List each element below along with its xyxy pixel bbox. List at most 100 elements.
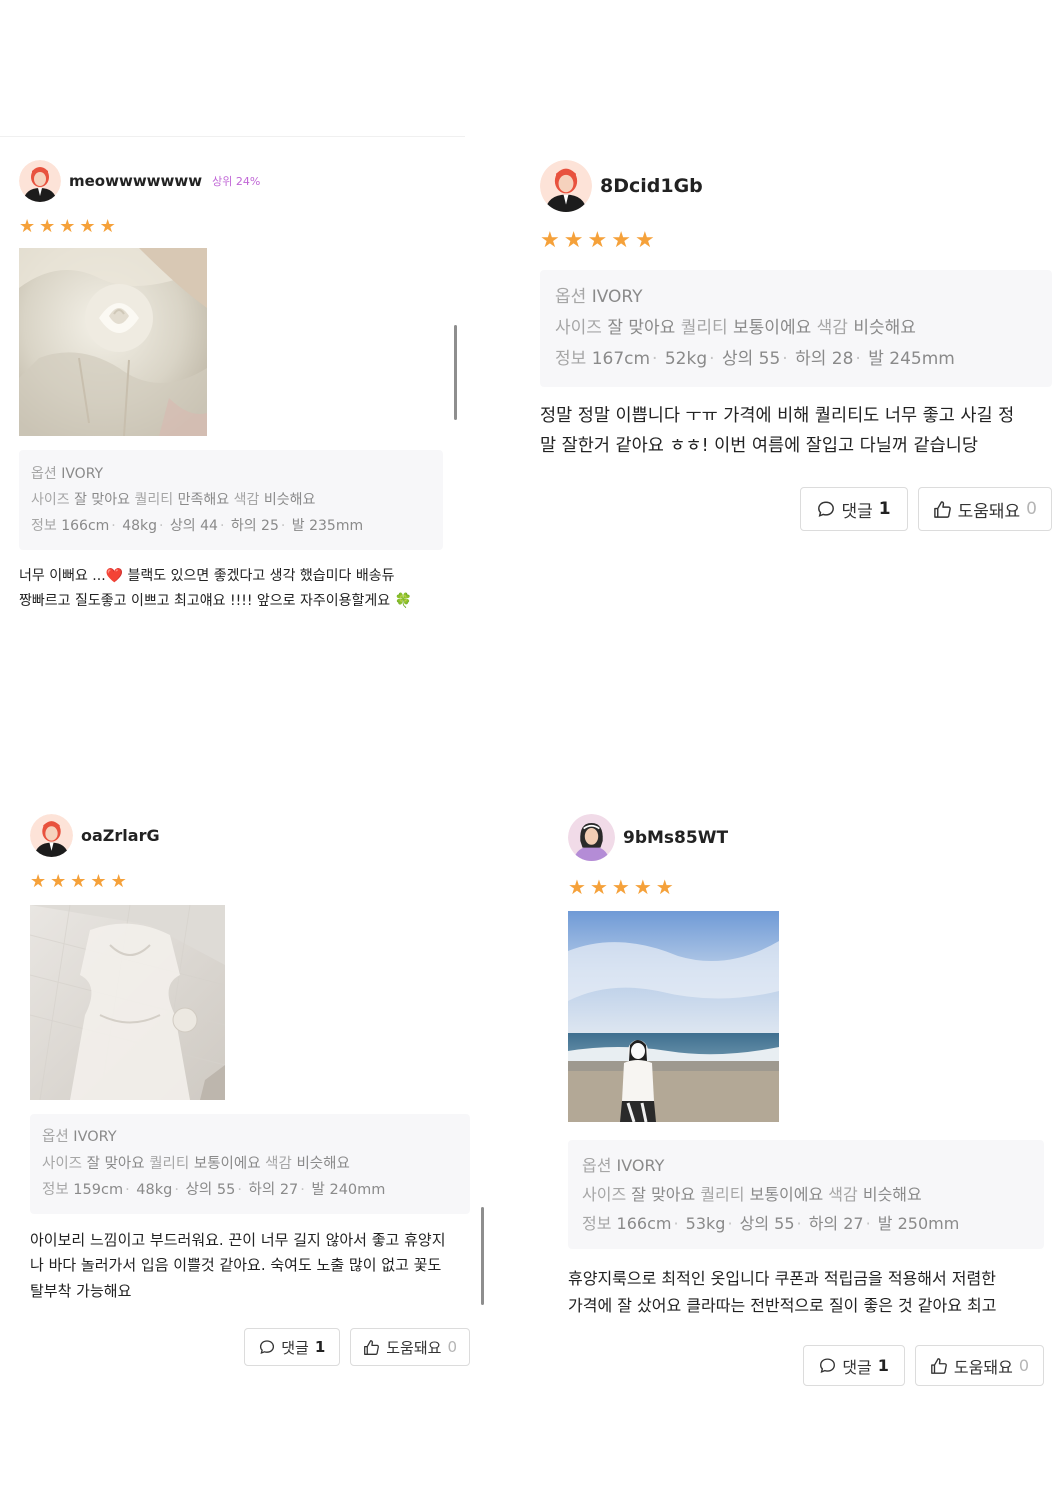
- review-text-line: 휴양지룩으로 최적인 옷입니다 쿠폰과 적립금을 적용해서 저렴한: [568, 1269, 996, 1288]
- quality-label: 퀄리티: [149, 1155, 190, 1172]
- star-icon: ★: [633, 875, 652, 899]
- star-icon: ★: [50, 871, 67, 892]
- option-value: IVORY: [616, 1156, 665, 1175]
- comment-button[interactable]: 댓글 1: [800, 487, 908, 531]
- star-icon: ★: [59, 216, 76, 237]
- review-photo[interactable]: [568, 911, 779, 1122]
- helpful-label: 도움돼요: [957, 501, 1021, 522]
- helpful-button[interactable]: 도움돼요 0: [350, 1328, 470, 1366]
- color-label: 색감: [816, 318, 848, 338]
- top-size-value: 상의 55: [185, 1182, 236, 1198]
- size-value: 잘 맞아요: [86, 1155, 145, 1172]
- scrollbar[interactable]: [481, 1207, 484, 1305]
- evaluation-row: 사이즈 잘 맞아요 퀄리티 보통이에요 색감 비슷해요: [582, 1180, 1030, 1209]
- review-text-line: 말 잘한거 같아요 ㅎㅎ! 이번 여름에 잘입고 다닐꺼 같습니당: [540, 436, 978, 456]
- avatar[interactable]: [540, 160, 592, 212]
- option-row: 옵션 IVORY: [555, 282, 1037, 313]
- comment-count: 1: [878, 499, 891, 519]
- star-icon: ★: [19, 216, 36, 237]
- size-label: 사이즈: [31, 492, 70, 508]
- helpful-count: 0: [447, 1338, 457, 1356]
- review-photo[interactable]: [30, 905, 225, 1100]
- review-text-line: 짱빠르고 질도좋고 이쁘고 최고얘요 !!!! 앞으로 자주이용할게요 🍀: [19, 593, 413, 609]
- username[interactable]: meowwwwwww: [69, 172, 202, 190]
- star-icon: ★: [39, 216, 56, 237]
- bottom-size-value: 하의 27: [808, 1214, 864, 1233]
- star-rating: ★ ★ ★ ★ ★: [568, 877, 1044, 897]
- star-icon: ★: [79, 216, 96, 237]
- username[interactable]: 8Dcid1Gb: [600, 175, 703, 197]
- height-value: 167cm: [591, 349, 651, 369]
- evaluation-row: 사이즈 잘 맞아요 퀄리티 만족해요 색감 비슷해요: [31, 487, 431, 513]
- review-text-line: 나 바다 놀러가서 입음 이쁠것 같아요. 숙여도 노출 많이 없고 꽃도: [30, 1256, 442, 1274]
- star-rating: ★ ★ ★ ★ ★: [19, 218, 449, 236]
- shoe-size-value: 발 235mm: [291, 518, 364, 534]
- top-size-value: 상의 44: [169, 518, 218, 534]
- review-actions: 댓글 1 도움돼요 0: [30, 1328, 470, 1366]
- username[interactable]: 9bMs85WT: [623, 828, 728, 848]
- body-info-row: 정보 166cm · 48kg · 상의 44 · 하의 25 · 발 235mm: [31, 518, 364, 534]
- avatar[interactable]: [19, 160, 61, 202]
- evaluation-row: 사이즈 잘 맞아요 퀄리티 보통이에요 색감 비슷해요: [42, 1151, 458, 1178]
- quality-label: 퀄리티: [700, 1185, 745, 1204]
- option-label: 옵션: [31, 466, 57, 482]
- helpful-count: 0: [1026, 499, 1037, 519]
- star-rating: ★ ★ ★ ★ ★: [540, 230, 1052, 252]
- option-label: 옵션: [555, 287, 587, 307]
- color-value: 비슷해요: [862, 1185, 922, 1204]
- helpful-label: 도움돼요: [953, 1357, 1013, 1377]
- evaluation-row: 사이즈 잘 맞아요 퀄리티 보통이에요 색감 비슷해요: [555, 313, 1037, 344]
- option-row: 옵션 IVORY: [42, 1124, 458, 1151]
- star-icon: ★: [589, 875, 608, 899]
- option-value: IVORY: [61, 466, 104, 482]
- option-value: IVORY: [591, 287, 643, 307]
- review-card: oaZrlarG ★ ★ ★ ★ ★ 옵션 IVORY 사이즈 잘 맞아요 퀄리…: [30, 814, 470, 1366]
- size-label: 사이즈: [42, 1155, 83, 1172]
- weight-value: 48kg: [136, 1182, 173, 1198]
- body-info-row: 정보 166cm · 53kg · 상의 55 · 하의 27 · 발 250mm: [582, 1214, 960, 1233]
- comment-label: 댓글: [841, 501, 873, 522]
- username[interactable]: oaZrlarG: [81, 826, 160, 845]
- star-icon: ★: [568, 875, 586, 899]
- avatar[interactable]: [30, 814, 73, 857]
- info-label: 정보: [31, 518, 57, 534]
- star-icon: ★: [99, 216, 116, 237]
- comment-count: 1: [314, 1338, 326, 1356]
- review-actions: 댓글 1 도움돼요 0: [540, 487, 1052, 531]
- review-text-line: 정말 정말 이쁩니다 ㅜㅠ 가격에 비해 퀄리티도 너무 좋고 사길 정: [540, 406, 1015, 426]
- star-icon: ★: [611, 228, 631, 253]
- height-value: 159cm: [73, 1182, 124, 1198]
- option-row: 옵션 IVORY: [582, 1151, 1030, 1180]
- comment-count: 1: [877, 1356, 889, 1375]
- thumbs-up-icon: [364, 1339, 380, 1355]
- review-card: 9bMs85WT ★ ★ ★ ★ ★ 옵션 IVORY 사이즈 잘 맞아요 퀄리…: [568, 814, 1044, 1386]
- helpful-count: 0: [1018, 1356, 1029, 1375]
- review-header: 8Dcid1Gb: [540, 160, 1052, 212]
- size-label: 사이즈: [555, 318, 602, 338]
- comment-button[interactable]: 댓글 1: [244, 1328, 341, 1366]
- review-info-box: 옵션 IVORY 사이즈 잘 맞아요 퀄리티 보통이에요 색감 비슷해요 정보 …: [30, 1114, 470, 1214]
- quality-value: 만족해요: [177, 492, 230, 508]
- scrollbar[interactable]: [454, 325, 457, 420]
- avatar[interactable]: [568, 814, 615, 861]
- review-text: 정말 정말 이쁩니다 ㅜㅠ 가격에 비해 퀄리티도 너무 좋고 사길 정 말 잘…: [540, 401, 1052, 461]
- comment-label: 댓글: [842, 1357, 872, 1377]
- color-label: 색감: [265, 1155, 292, 1172]
- weight-value: 48kg: [122, 518, 157, 534]
- color-value: 비슷해요: [263, 492, 316, 508]
- size-value: 잘 맞아요: [631, 1185, 696, 1204]
- review-text-line: 탈부착 가능해요: [30, 1281, 132, 1300]
- quality-label: 퀄리티: [680, 318, 728, 338]
- bottom-size-value: 하의 25: [230, 518, 279, 534]
- review-photo[interactable]: [19, 248, 207, 436]
- helpful-label: 도움돼요: [386, 1338, 442, 1357]
- helpful-button[interactable]: 도움돼요 0: [914, 1345, 1044, 1386]
- bottom-size-value: 하의 27: [248, 1182, 299, 1198]
- weight-value: 52kg: [664, 349, 708, 369]
- body-info-row: 정보 167cm · 52kg · 상의 55 · 하의 28 · 발 245mm: [555, 349, 955, 369]
- shoe-size-value: 발 250mm: [877, 1214, 960, 1233]
- review-info-box: 옵션 IVORY 사이즈 잘 맞아요 퀄리티 만족해요 색감 비슷해요 정보 1…: [19, 450, 443, 550]
- comment-button[interactable]: 댓글 1: [803, 1345, 905, 1386]
- color-value: 비슷해요: [296, 1155, 350, 1172]
- helpful-button[interactable]: 도움돼요 0: [917, 487, 1052, 531]
